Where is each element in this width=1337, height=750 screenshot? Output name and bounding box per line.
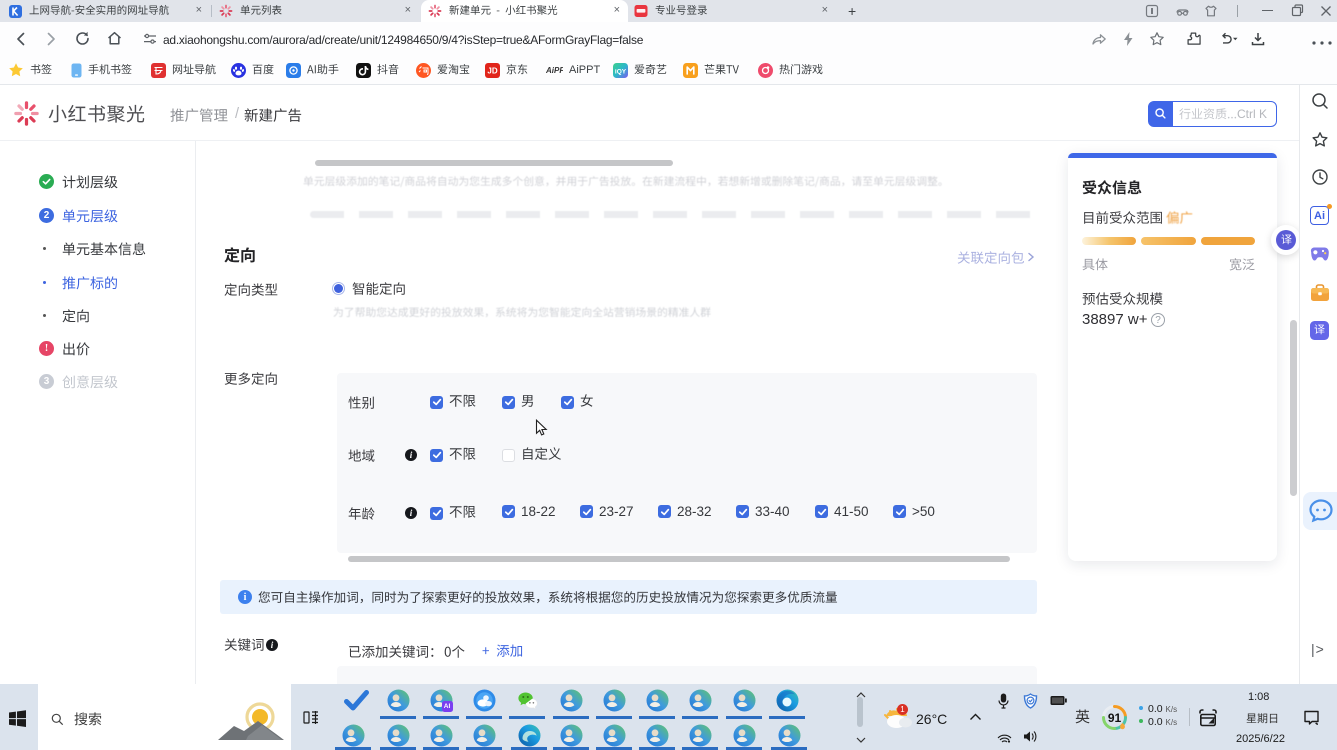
svg-text:iQY: iQY [615,68,627,75]
svg-text:JD: JD [487,66,497,75]
svg-text:91: 91 [1108,711,1122,725]
svg-text:AiPPT: AiPPT [546,66,563,75]
